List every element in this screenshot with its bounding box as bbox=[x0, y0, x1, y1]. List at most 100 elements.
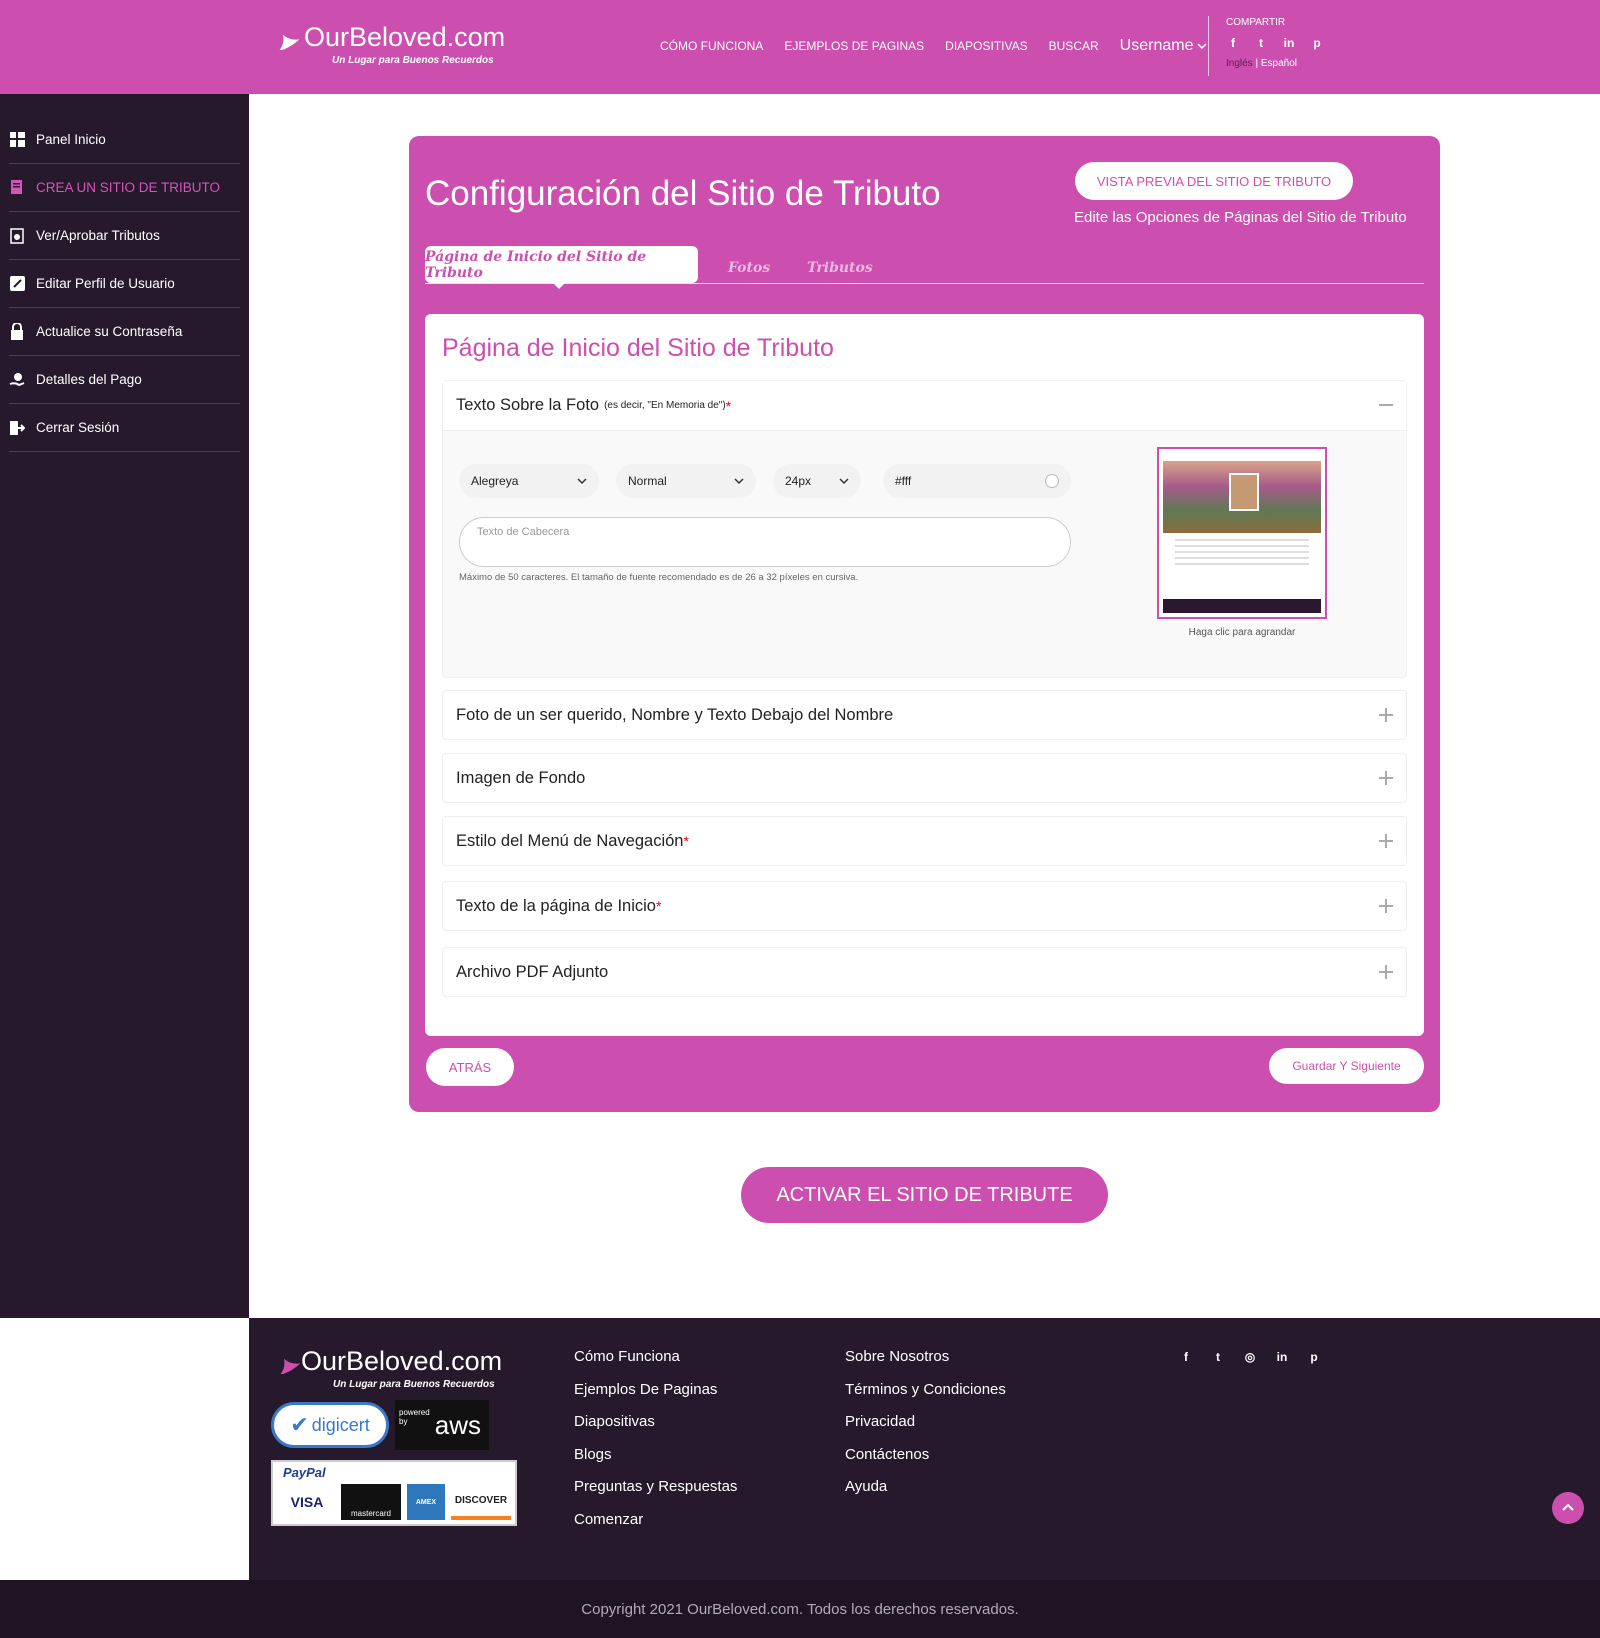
font-select[interactable]: Alegreya bbox=[459, 464, 599, 498]
accordion-nav-style[interactable]: Estilo del Menú de Navegación * bbox=[442, 816, 1407, 866]
logo-tagline: Un Lugar para Buenos Recuerdos bbox=[333, 1379, 495, 1390]
color-picker[interactable]: #fff bbox=[883, 464, 1071, 498]
footer-link[interactable]: Ayuda bbox=[845, 1478, 1006, 1511]
twitter-icon[interactable]: t bbox=[1211, 1350, 1225, 1364]
tab-home-page[interactable]: Página de Inicio del Sitio de Tributo bbox=[425, 246, 698, 289]
accordion-header[interactable]: Texto Sobre la Foto (es decir, "En Memor… bbox=[443, 381, 1406, 431]
size-select[interactable]: 24px bbox=[773, 464, 861, 498]
logo-tagline: Un Lugar para Buenos Recuerdos bbox=[332, 55, 494, 66]
footer-links-col1: Cómo Funciona Ejemplos De Paginas Diapos… bbox=[574, 1348, 737, 1543]
preview-thumbnail[interactable] bbox=[1157, 447, 1327, 619]
footer-link[interactable]: Cómo Funciona bbox=[574, 1348, 737, 1381]
sidebar-item-create[interactable]: CREA UN SITIO DE TRIBUTO bbox=[9, 164, 240, 212]
chevron-down-icon bbox=[1197, 43, 1207, 50]
required-marker: * bbox=[683, 833, 689, 849]
tab-photos[interactable]: Fotos bbox=[728, 250, 770, 286]
accordion-title: Archivo PDF Adjunto bbox=[456, 962, 609, 981]
footer-logo[interactable]: OurBeloved.com Un Lugar para Buenos Recu… bbox=[273, 1346, 503, 1390]
sidebar-item-label: Panel Inicio bbox=[36, 132, 106, 147]
header-text-hint: Máximo de 50 caracteres. El tamaño de fu… bbox=[459, 572, 859, 583]
tab-tributes[interactable]: Tributos bbox=[807, 250, 873, 286]
footer-link[interactable]: Diapositivas bbox=[574, 1413, 737, 1446]
facebook-icon[interactable]: f bbox=[1226, 36, 1240, 50]
nav-como-funciona[interactable]: CÓMO FUNCIONA bbox=[660, 39, 763, 53]
footer-link[interactable]: Sobre Nosotros bbox=[845, 1348, 1006, 1381]
site-logo[interactable]: OurBeloved.com Un Lugar para Buenos Recu… bbox=[272, 22, 505, 66]
sidebar-item-payment[interactable]: Detalles del Pago bbox=[9, 356, 240, 404]
linkedin-icon[interactable]: in bbox=[1275, 1350, 1289, 1364]
style-select[interactable]: Normal bbox=[616, 464, 756, 498]
nav-buscar[interactable]: BUSCAR bbox=[1049, 39, 1099, 53]
nav-diapositivas[interactable]: DIAPOSITIVAS bbox=[945, 39, 1027, 53]
header-text-input[interactable]: Texto de Cabecera bbox=[459, 517, 1071, 567]
accordion-home-text[interactable]: Texto de la página de Inicio * bbox=[442, 881, 1407, 931]
footer-link[interactable]: Términos y Condiciones bbox=[845, 1381, 1006, 1414]
chevron-up-icon bbox=[1562, 1503, 1574, 1511]
payment-icon bbox=[9, 372, 25, 388]
instagram-icon[interactable]: ◎ bbox=[1243, 1350, 1257, 1364]
thumbnail-text-lines bbox=[1163, 539, 1321, 565]
amex-logo: AMEX bbox=[407, 1484, 445, 1520]
thumbnail-portrait bbox=[1229, 473, 1259, 511]
accordion-note: (es decir, "En Memoria de") bbox=[604, 400, 726, 411]
expand-icon[interactable] bbox=[1379, 965, 1393, 979]
sidebar-item-logout[interactable]: Cerrar Sesión bbox=[9, 404, 240, 452]
chevron-down-icon bbox=[577, 478, 587, 485]
sidebar-item-panel[interactable]: Panel Inicio bbox=[9, 116, 240, 164]
nav-ejemplos[interactable]: EJEMPLOS DE PAGINAS bbox=[784, 39, 924, 53]
scroll-to-top-button[interactable] bbox=[1552, 1492, 1584, 1524]
facebook-icon[interactable]: f bbox=[1179, 1350, 1193, 1364]
footer-link[interactable]: Preguntas y Respuestas bbox=[574, 1478, 737, 1511]
digicert-label: digicert bbox=[311, 1414, 370, 1435]
pinterest-icon[interactable]: p bbox=[1310, 36, 1324, 50]
preview-site-button[interactable]: VISTA PREVIA DEL SITIO DE TRIBUTO bbox=[1075, 162, 1353, 200]
discover-logo: DISCOVER bbox=[451, 1484, 511, 1520]
expand-icon[interactable] bbox=[1379, 834, 1393, 848]
twitter-icon[interactable]: t bbox=[1254, 36, 1268, 50]
logo-text: OurBeloved.com bbox=[301, 1346, 503, 1376]
check-icon: ✔ bbox=[290, 1412, 309, 1437]
user-menu[interactable]: Username bbox=[1120, 37, 1208, 55]
page-subtitle: Edite las Opciones de Páginas del Sitio … bbox=[1074, 209, 1407, 226]
footer-link[interactable]: Contáctenos bbox=[845, 1446, 1006, 1479]
style-value: Normal bbox=[628, 474, 667, 488]
sidebar-item-approve[interactable]: Ver/Aprobar Tributos bbox=[9, 212, 240, 260]
required-marker: * bbox=[725, 397, 732, 414]
expand-icon[interactable] bbox=[1379, 708, 1393, 722]
footer-link[interactable]: Ejemplos De Paginas bbox=[574, 1381, 737, 1414]
accordion-photo-text: Texto Sobre la Foto (es decir, "En Memor… bbox=[442, 380, 1407, 678]
footer-link[interactable]: Comenzar bbox=[574, 1511, 737, 1544]
expand-icon[interactable] bbox=[1379, 771, 1393, 785]
back-button[interactable]: ATRÁS bbox=[426, 1048, 514, 1086]
language-switch: Inglés | Español bbox=[1226, 58, 1324, 69]
lang-separator: | bbox=[1252, 58, 1261, 69]
accordion-loved-one-photo[interactable]: Foto de un ser querido, Nombre y Texto D… bbox=[442, 690, 1407, 740]
footer-link[interactable]: Blogs bbox=[574, 1446, 737, 1479]
visa-logo: VISA bbox=[290, 1494, 324, 1510]
lang-english[interactable]: Inglés bbox=[1226, 58, 1253, 69]
accordion-pdf-attachment[interactable]: Archivo PDF Adjunto bbox=[442, 947, 1407, 997]
activate-site-button[interactable]: ACTIVAR EL SITIO DE TRIBUTE bbox=[741, 1167, 1108, 1223]
footer: OurBeloved.com Un Lugar para Buenos Recu… bbox=[249, 1318, 1600, 1580]
accordion-title: Estilo del Menú de Navegación bbox=[456, 831, 684, 850]
aws-label: aws bbox=[434, 1409, 481, 1440]
footer-link[interactable]: Privacidad bbox=[845, 1413, 1006, 1446]
paypal-logo: PayPal bbox=[283, 1465, 326, 1480]
linkedin-icon[interactable]: in bbox=[1282, 36, 1296, 50]
aws-badge: powered by aws bbox=[395, 1400, 489, 1450]
collapse-icon[interactable] bbox=[1379, 404, 1393, 406]
sidebar-item-password[interactable]: Actualice su Contraseña bbox=[9, 308, 240, 356]
save-next-button[interactable]: Guardar Y Siguiente bbox=[1269, 1048, 1424, 1084]
sidebar: Panel Inicio CREA UN SITIO DE TRIBUTO Ve… bbox=[0, 94, 249, 1318]
pinterest-icon[interactable]: p bbox=[1307, 1350, 1321, 1364]
dashboard-icon bbox=[9, 132, 25, 148]
sidebar-item-edit-profile[interactable]: Editar Perfil de Usuario bbox=[9, 260, 240, 308]
accordion-title: Texto Sobre la Foto bbox=[456, 396, 600, 414]
sidebar-item-label: Editar Perfil de Usuario bbox=[36, 276, 175, 291]
sidebar-item-label: Cerrar Sesión bbox=[36, 420, 120, 435]
lang-spanish[interactable]: Español bbox=[1261, 58, 1297, 69]
expand-icon[interactable] bbox=[1379, 899, 1393, 913]
leaf-logo-icon bbox=[278, 34, 300, 50]
accordion-background-image[interactable]: Imagen de Fondo bbox=[442, 753, 1407, 803]
accordion-title: Imagen de Fondo bbox=[456, 768, 586, 787]
